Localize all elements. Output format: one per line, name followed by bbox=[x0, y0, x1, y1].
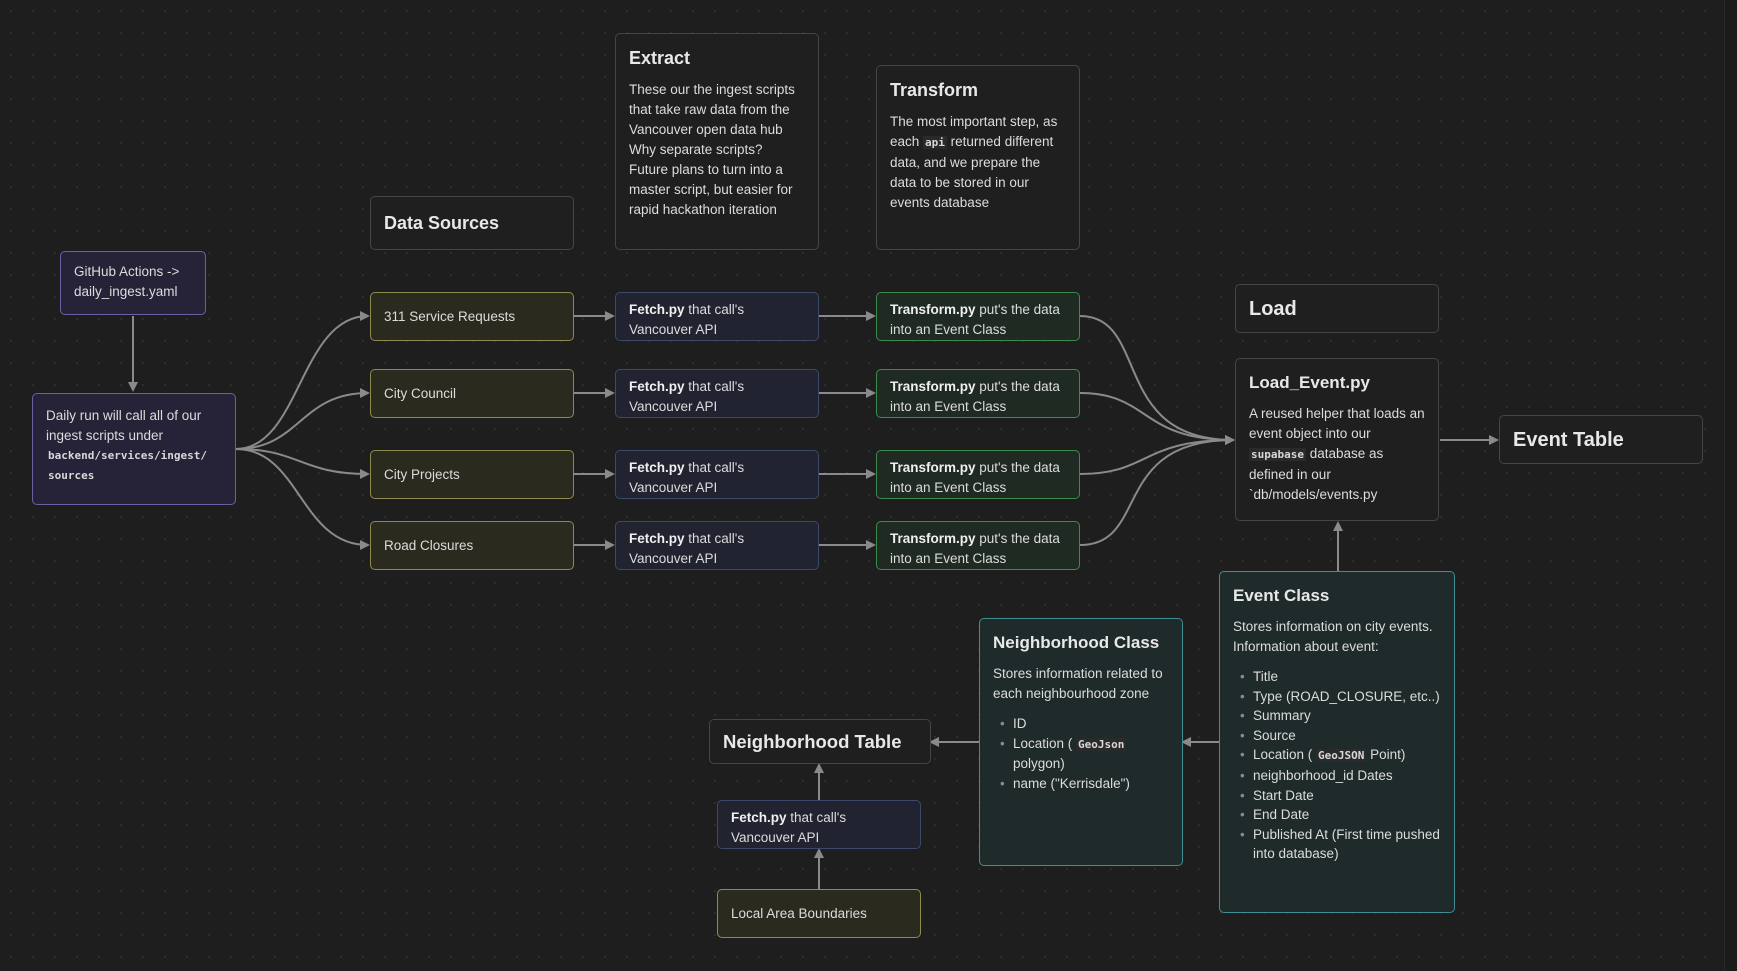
fetch-bold: Fetch.py bbox=[629, 302, 685, 317]
fetch-node-1[interactable]: Fetch.py that call's Vancouver API bbox=[615, 292, 819, 341]
event-class-card[interactable]: Event Class Stores information on city e… bbox=[1219, 571, 1455, 913]
data-sources-card[interactable]: Data Sources bbox=[370, 196, 574, 250]
event-class-list: Title Type (ROAD_CLOSURE, etc..) Summary… bbox=[1233, 667, 1441, 864]
transform-bold: Transform.py bbox=[890, 460, 976, 475]
edge-daily-311 bbox=[235, 311, 370, 450]
fetch-node-neighborhood[interactable]: Fetch.py that call's Vancouver API bbox=[717, 800, 921, 849]
list-item: End Date bbox=[1240, 805, 1441, 825]
fetch-bold: Fetch.py bbox=[731, 810, 787, 825]
edge-transform-load-4 bbox=[1079, 435, 1235, 546]
event-class-title: Event Class bbox=[1233, 586, 1330, 605]
daily-run-text: Daily run will call all of our ingest sc… bbox=[46, 408, 202, 443]
github-actions-text: GitHub Actions -> daily_ingest.yaml bbox=[74, 264, 180, 299]
location-pre: Location ( bbox=[1013, 735, 1077, 751]
source-311[interactable]: 311 Service Requests bbox=[370, 292, 574, 341]
event-class-body: Stores information on city events. Infor… bbox=[1233, 619, 1433, 654]
fetch-bold: Fetch.py bbox=[629, 379, 685, 394]
transform-node-3[interactable]: Transform.py put's the data into an Even… bbox=[876, 450, 1080, 499]
neighborhood-class-list: ID Location ( GeoJson polygon) name ("Ke… bbox=[993, 714, 1169, 793]
transform-body: The most important step, as each api ret… bbox=[890, 112, 1066, 213]
source-label: 311 Service Requests bbox=[384, 308, 516, 324]
edge-daily-council bbox=[235, 388, 370, 450]
list-item: Source bbox=[1240, 726, 1441, 746]
source-city-council[interactable]: City Council bbox=[370, 369, 574, 418]
load-event-title: Load_Event.py bbox=[1249, 373, 1370, 392]
edge-daily-roads bbox=[235, 448, 370, 550]
neighborhood-table-title: Neighborhood Table bbox=[723, 731, 902, 752]
neighborhood-class-body: Stores information related to each neigh… bbox=[993, 666, 1163, 701]
fetch-node-2[interactable]: Fetch.py that call's Vancouver API bbox=[615, 369, 819, 418]
location-post: polygon) bbox=[1013, 756, 1065, 772]
source-label: Local Area Boundaries bbox=[731, 905, 867, 921]
list-item: Summary bbox=[1240, 706, 1441, 726]
list-item: name ("Kerrisdale") bbox=[1000, 774, 1169, 794]
fetch-node-4[interactable]: Fetch.py that call's Vancouver API bbox=[615, 521, 819, 570]
canvas[interactable]: Extract These our the ingest scripts tha… bbox=[0, 0, 1737, 971]
source-road-closures[interactable]: Road Closures bbox=[370, 521, 574, 570]
event-table-title: Event Table bbox=[1513, 428, 1624, 451]
load-event-code: supabase bbox=[1249, 448, 1306, 461]
daily-run-code: backend/services/ingest/ sources bbox=[48, 449, 207, 482]
load-event-body: A reused helper that loads an event obje… bbox=[1249, 404, 1425, 505]
list-item: Type (ROAD_CLOSURE, etc..) bbox=[1240, 687, 1441, 707]
fetch-bold: Fetch.py bbox=[629, 460, 685, 475]
transform-bold: Transform.py bbox=[890, 302, 976, 317]
transform-body-code: api bbox=[923, 136, 947, 149]
neighborhood-class-card[interactable]: Neighborhood Class Stores information re… bbox=[979, 618, 1183, 866]
extract-title: Extract bbox=[629, 48, 691, 68]
edge-transform-load-3 bbox=[1079, 435, 1235, 475]
list-item: Start Date bbox=[1240, 786, 1441, 806]
list-item: neighborhood_id Dates bbox=[1240, 766, 1441, 786]
event-table-card[interactable]: Event Table bbox=[1499, 415, 1703, 464]
load-title: Load bbox=[1249, 297, 1297, 320]
transform-card[interactable]: Transform The most important step, as ea… bbox=[876, 65, 1080, 250]
fetch-bold: Fetch.py bbox=[629, 531, 685, 546]
transform-node-4[interactable]: Transform.py put's the data into an Even… bbox=[876, 521, 1080, 570]
load-event-pre: A reused helper that loads an event obje… bbox=[1249, 406, 1425, 441]
neighborhood-table-card[interactable]: Neighborhood Table bbox=[709, 719, 931, 764]
location-pre: Location ( bbox=[1253, 747, 1317, 763]
list-item: ID bbox=[1000, 714, 1169, 734]
transform-bold: Transform.py bbox=[890, 379, 976, 394]
transform-bold: Transform.py bbox=[890, 531, 976, 546]
source-label: City Projects bbox=[384, 466, 460, 482]
github-actions-card[interactable]: GitHub Actions -> daily_ingest.yaml bbox=[60, 251, 206, 315]
neighborhood-class-title: Neighborhood Class bbox=[993, 633, 1160, 652]
source-label: City Council bbox=[384, 385, 457, 401]
extract-card[interactable]: Extract These our the ingest scripts tha… bbox=[615, 33, 819, 250]
transform-node-2[interactable]: Transform.py put's the data into an Even… bbox=[876, 369, 1080, 418]
list-item: Title bbox=[1240, 667, 1441, 687]
list-item: Location ( GeoJson polygon) bbox=[1000, 734, 1169, 774]
edge-transform-load-2 bbox=[1079, 392, 1235, 445]
location-post: Point) bbox=[1366, 747, 1406, 763]
right-scroll-edge[interactable] bbox=[1724, 0, 1737, 971]
list-item: Published At (First time pushed into dat… bbox=[1240, 825, 1441, 864]
load-event-card[interactable]: Load_Event.py A reused helper that loads… bbox=[1235, 358, 1439, 521]
list-item: Location ( GeoJSON Point) bbox=[1240, 745, 1441, 766]
transform-title: Transform bbox=[890, 80, 979, 100]
location-code: GeoJson bbox=[1076, 737, 1127, 751]
extract-body: These our the ingest scripts that take r… bbox=[629, 82, 795, 217]
source-label: Road Closures bbox=[384, 537, 474, 553]
load-card[interactable]: Load bbox=[1235, 284, 1439, 333]
source-city-projects[interactable]: City Projects bbox=[370, 450, 574, 499]
transform-node-1[interactable]: Transform.py put's the data into an Even… bbox=[876, 292, 1080, 341]
daily-run-card[interactable]: Daily run will call all of our ingest sc… bbox=[32, 393, 236, 505]
fetch-node-3[interactable]: Fetch.py that call's Vancouver API bbox=[615, 450, 819, 499]
data-sources-title: Data Sources bbox=[384, 213, 500, 233]
source-local-area-boundaries[interactable]: Local Area Boundaries bbox=[717, 889, 921, 938]
location-code: GeoJSON bbox=[1316, 749, 1367, 763]
